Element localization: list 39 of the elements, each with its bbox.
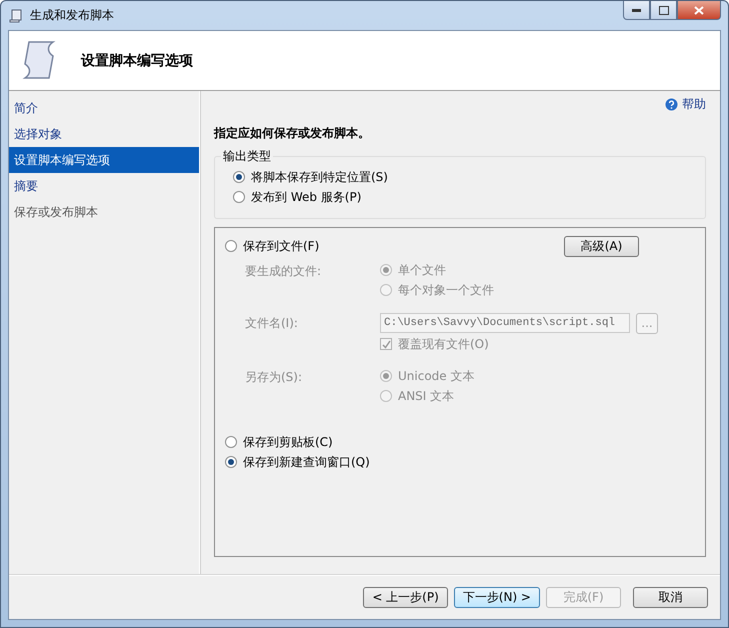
radio-label: 将脚本保存到特定位置(S) [251, 168, 388, 186]
maximize-icon [658, 6, 668, 14]
radio-label: 每个对象一个文件 [398, 282, 494, 298]
help-icon [665, 98, 678, 111]
wizard-button[interactable]: 取消 [633, 587, 708, 608]
field-label: 另存为(S): [245, 369, 304, 386]
instruction-text: 指定应如何保存或发布脚本。 [214, 125, 371, 142]
sidebar-item[interactable]: 摘要 [9, 173, 199, 199]
minimize-button[interactable] [623, 1, 650, 20]
radio-label: 保存到新建查询窗口(Q) [243, 454, 370, 470]
sidebar-item[interactable]: 简介 [9, 95, 199, 121]
wizard-button[interactable]: 下一步(N) > [454, 587, 540, 608]
checkbox-label: 覆盖现有文件(O) [398, 336, 489, 352]
advanced-button[interactable]: 高级(A) [564, 236, 639, 256]
page-title: 设置脚本编写选项 [81, 52, 193, 70]
maximize-button[interactable] [650, 1, 677, 20]
help-link[interactable]: 帮助 [665, 96, 706, 113]
radio-button[interactable] [233, 191, 245, 203]
radio-label: 保存到剪贴板(C) [243, 434, 333, 450]
sidebar-item[interactable]: 选择对象 [9, 121, 199, 147]
radio-button[interactable] [233, 171, 245, 183]
field-label: 要生成的文件: [245, 263, 322, 280]
radio-button[interactable] [225, 240, 237, 252]
radio-label: ANSI 文本 [398, 388, 454, 404]
radio-label: Unicode 文本 [398, 368, 474, 384]
wizard-button[interactable]: < 上一步(P) [363, 587, 448, 608]
minimize-icon [632, 8, 641, 12]
radio-label: 发布到 Web 服务(P) [251, 188, 362, 206]
radio-label: 保存到文件(F) [243, 238, 320, 254]
sidebar-item[interactable]: 设置脚本编写选项 [9, 147, 199, 173]
close-button[interactable] [677, 1, 721, 20]
radio-label: 单个文件 [398, 262, 446, 278]
scroll-icon [8, 8, 24, 24]
window-title: 生成和发布脚本 [30, 7, 115, 24]
field-label: 文件名(I): [245, 315, 299, 332]
close-icon [694, 6, 704, 14]
radio-button[interactable] [225, 456, 237, 468]
radio-button[interactable] [225, 436, 237, 448]
group-legend: 输出类型 [221, 148, 273, 165]
